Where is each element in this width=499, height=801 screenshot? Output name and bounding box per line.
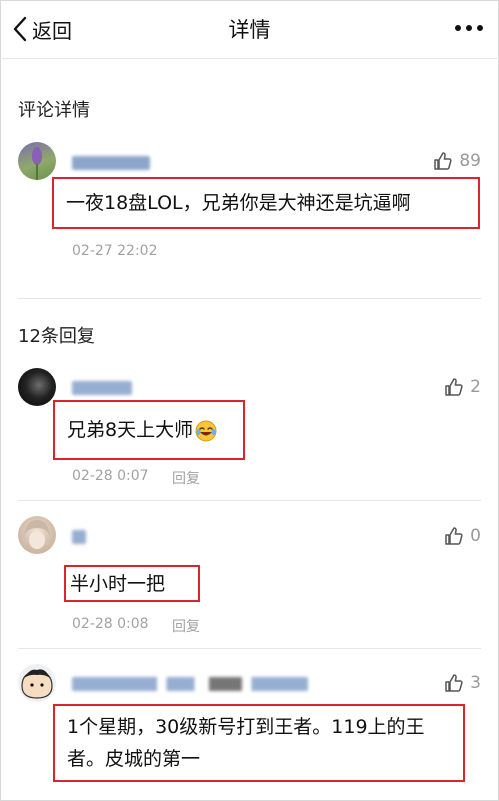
- reply-timestamp: 02-28 0:07: [72, 468, 149, 484]
- username-blurred[interactable]: [72, 530, 86, 544]
- thumbs-up-icon: [445, 527, 463, 545]
- username-blurred[interactable]: [72, 381, 132, 395]
- reply-divider: [18, 648, 481, 649]
- thumbs-up-icon: [445, 674, 463, 692]
- reply-button[interactable]: 回复: [172, 468, 200, 488]
- flower-avatar-image: [32, 147, 42, 180]
- comment-text: 一夜18盘LOL，兄弟你是大神还是坑逼啊: [66, 192, 411, 214]
- like-count: 89: [459, 151, 481, 171]
- reply-text: 1个星期，30级新号打到王者。119上的王 者。皮城的第一: [55, 711, 437, 775]
- more-icon[interactable]: [453, 20, 485, 36]
- avatar[interactable]: [18, 368, 56, 406]
- comment-detail-heading: 评论详情: [18, 100, 90, 121]
- reply-button[interactable]: 回复: [172, 616, 200, 636]
- tears-of-joy-emoji-icon: [195, 420, 217, 441]
- reply-text-highlight: 1个星期，30级新号打到王者。119上的王 者。皮城的第一: [53, 704, 465, 782]
- like-count: 0: [470, 526, 481, 546]
- like-button[interactable]: 89: [433, 151, 481, 171]
- like-button[interactable]: 0: [444, 526, 481, 546]
- reply-text-value: 兄弟8天上大师: [67, 419, 194, 441]
- like-button[interactable]: 2: [444, 377, 481, 397]
- reply-divider: [18, 500, 481, 501]
- reply-timestamp: 02-28 0:08: [72, 616, 149, 632]
- avatar[interactable]: [18, 516, 56, 554]
- like-count: 2: [470, 377, 481, 397]
- reply-count-heading: 12条回复: [18, 326, 95, 347]
- section-divider: [18, 298, 481, 299]
- page-title: 详情: [228, 18, 271, 42]
- avatar[interactable]: [18, 142, 56, 180]
- reply-text: 兄弟8天上大师: [55, 415, 229, 445]
- reply-text: 半小时一把: [70, 572, 166, 595]
- cartoon-avatar-image: [21, 669, 53, 699]
- like-count: 3: [470, 673, 481, 693]
- username-blurred[interactable]: [72, 156, 150, 170]
- person-avatar-image: [24, 520, 50, 549]
- username-blurred[interactable]: [72, 677, 308, 691]
- comment-text-highlight: 一夜18盘LOL，兄弟你是大神还是坑逼啊: [52, 177, 480, 229]
- reply-text-highlight: 兄弟8天上大师: [53, 400, 245, 460]
- nav-bar: 返回 详情: [0, 0, 499, 59]
- reply-text-highlight: 半小时一把: [64, 565, 200, 602]
- reply-text-line-2: 者。皮城的第一: [67, 748, 201, 770]
- like-button[interactable]: 3: [444, 673, 481, 693]
- thumbs-up-icon: [434, 152, 452, 170]
- avatar[interactable]: [18, 664, 56, 702]
- thumbs-up-icon: [445, 378, 463, 396]
- reply-text-line-1: 1个星期，30级新号打到王者。119上的王: [67, 716, 425, 738]
- comment-timestamp: 02-27 22:02: [72, 243, 158, 259]
